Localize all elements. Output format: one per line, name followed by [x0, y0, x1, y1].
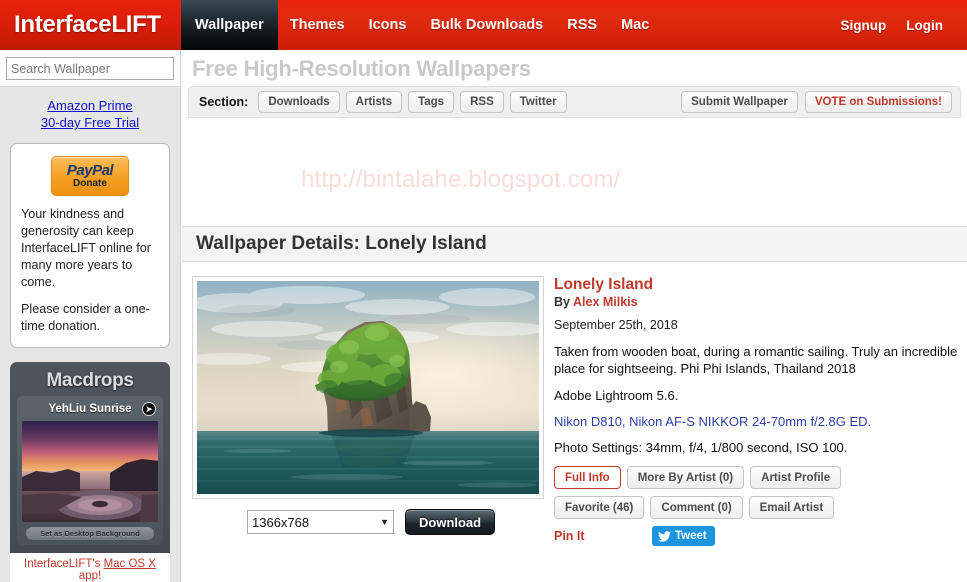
author-link[interactable]: Alex Milkis [573, 295, 638, 309]
tweet-button[interactable]: Tweet [652, 526, 715, 546]
tweet-label: Tweet [675, 530, 707, 542]
wallpaper-author-line: By Alex Milkis [554, 295, 959, 309]
action-buttons-row-2: Favorite (46) Comment (0) Email Artist [554, 496, 959, 519]
page-root: InterfaceLIFT Wallpaper Themes Icons Bul… [0, 0, 967, 582]
section-button-rss[interactable]: RSS [460, 91, 504, 113]
nav-item-wallpaper[interactable]: Wallpaper [181, 0, 278, 50]
amazon-prime-line2[interactable]: 30-day Free Trial [41, 115, 139, 130]
search-area [0, 50, 180, 87]
donation-paragraph-1: Your kindness and generosity can keep In… [21, 207, 151, 289]
macdrops-title: Macdrops [46, 370, 134, 391]
paypal-donate-label: Donate [73, 177, 107, 189]
wallpaper-software: Adobe Lightroom 5.6. [554, 388, 679, 403]
login-link[interactable]: Login [896, 18, 953, 33]
chevron-down-icon: ▼ [380, 517, 389, 527]
download-button[interactable]: Download [405, 509, 496, 535]
set-as-desktop-background-button[interactable]: Set as Desktop Background [26, 527, 154, 540]
macdrops-thumbnail[interactable] [22, 421, 158, 522]
wallpaper-title: Lonely Island [554, 276, 654, 293]
details-header: Wallpaper Details: Lonely Island [182, 226, 967, 262]
macdrops-card-header: YehLiu Sunrise ➤ [22, 400, 158, 418]
nav-items: Wallpaper Themes Icons Bulk Downloads RS… [181, 0, 661, 50]
resolution-select[interactable]: 1366x768 ▼ [247, 510, 394, 534]
email-artist-button[interactable]: Email Artist [748, 496, 835, 519]
macdrops-card: YehLiu Sunrise ➤ Set as Desktop Backgrou… [17, 396, 163, 545]
section-button-tags[interactable]: Tags [408, 91, 455, 113]
artist-profile-button[interactable]: Artist Profile [750, 466, 842, 489]
download-row: 1366x768 ▼ Download [192, 509, 547, 535]
wallpaper-gear-links: Nikon D810, Nikon AF-S NIKKOR 24-70mm f/… [554, 414, 959, 429]
wallpaper-preview-column: 1366x768 ▼ Download [182, 276, 547, 546]
section-button-artists[interactable]: Artists [345, 91, 403, 113]
section-label: Section: [199, 95, 249, 109]
macdrops-item-label: YehLiu Sunrise [48, 403, 132, 415]
nav-item-bulk-downloads[interactable]: Bulk Downloads [418, 0, 555, 50]
social-share-row: Pin It Tweet [554, 526, 959, 546]
wallpaper-info-column: Lonely Island By Alex Milkis September 2… [547, 276, 967, 546]
amazon-prime-promo[interactable]: Amazon Prime 30-day Free Trial [0, 87, 180, 139]
section-button-twitter[interactable]: Twitter [509, 91, 567, 113]
section-button-downloads[interactable]: Downloads [258, 91, 340, 113]
donation-panel: PayPal Donate Your kindness and generosi… [10, 143, 170, 348]
macdrops-footer-prefix: InterfaceLIFT's [24, 558, 104, 570]
wallpaper-date: September 25th, 2018 [554, 318, 678, 332]
wallpaper-thumbnail[interactable] [197, 281, 539, 494]
search-input[interactable] [6, 57, 174, 80]
camera-gear-link[interactable]: Nikon D810, Nikon AF-S NIKKOR 24-70mm f/… [554, 414, 871, 429]
paypal-wordmark: PayPal [66, 161, 114, 179]
more-by-artist-button[interactable]: More By Artist (0) [626, 466, 745, 489]
section-right-buttons: Submit Wallpaper VOTE on Submissions! [674, 91, 952, 113]
nav-item-icons[interactable]: Icons [357, 0, 419, 50]
page-title: Free High-Resolution Wallpapers [192, 56, 531, 81]
comment-button[interactable]: Comment (0) [650, 496, 743, 519]
twitter-bird-icon [658, 530, 671, 542]
favorite-button[interactable]: Favorite (46) [554, 496, 645, 519]
macdrops-widget: Macdrops YehLiu Sunrise ➤ Set as Desktop… [10, 362, 170, 582]
macdrops-footer-suffix: app! [78, 570, 102, 582]
account-links: Signup Login [831, 0, 967, 50]
brand-logo[interactable]: InterfaceLIFT [0, 0, 181, 50]
top-navigation-bar: InterfaceLIFT Wallpaper Themes Icons Bul… [0, 0, 967, 50]
nav-item-rss[interactable]: RSS [555, 0, 609, 50]
watermark-text: http://bintalahe.blogspot.com/ [301, 166, 621, 193]
wallpaper-description: Taken from wooden boat, during a romanti… [554, 344, 958, 376]
paypal-donate-button[interactable]: PayPal Donate [51, 156, 129, 196]
macdrops-thumbnail-art [22, 421, 158, 522]
macdrops-body: Macdrops YehLiu Sunrise ➤ Set as Desktop… [10, 362, 170, 553]
resolution-select-value: 1366x768 [252, 514, 310, 530]
details-body: 1366x768 ▼ Download Lonely Island By Ale… [182, 262, 967, 546]
submit-wallpaper-button[interactable]: Submit Wallpaper [681, 91, 798, 113]
donation-paragraph-2: Please consider a one-time donation. [21, 302, 150, 333]
brand-label: InterfaceLIFT [14, 11, 161, 38]
sidebar: Amazon Prime 30-day Free Trial PayPal Do… [0, 50, 181, 582]
nav-item-themes[interactable]: Themes [278, 0, 357, 50]
by-prefix: By [554, 295, 573, 309]
amazon-prime-line1[interactable]: Amazon Prime [47, 98, 132, 113]
full-info-button[interactable]: Full Info [554, 466, 621, 489]
mac-os-x-app-link[interactable]: Mac OS X [104, 558, 156, 570]
arrow-right-icon[interactable]: ➤ [142, 402, 156, 416]
ad-space: http://bintalahe.blogspot.com/ [182, 118, 967, 226]
action-buttons-row-1: Full Info More By Artist (0) Artist Prof… [554, 466, 959, 489]
nav-item-mac[interactable]: Mac [609, 0, 661, 50]
wallpaper-thumbnail-art [197, 281, 539, 494]
main-content: Free High-Resolution Wallpapers Section:… [182, 50, 967, 582]
signup-link[interactable]: Signup [831, 18, 897, 33]
wallpaper-photo-settings: Photo Settings: 34mm, f/4, 1/800 second,… [554, 440, 848, 455]
vote-on-submissions-button[interactable]: VOTE on Submissions! [804, 91, 952, 113]
pin-it-button[interactable]: Pin It [554, 529, 652, 543]
section-toolbar: Section: Downloads Artists Tags RSS Twit… [188, 86, 961, 118]
macdrops-footer: InterfaceLIFT's Mac OS X app! [10, 553, 170, 582]
wallpaper-thumbnail-frame [192, 276, 544, 499]
